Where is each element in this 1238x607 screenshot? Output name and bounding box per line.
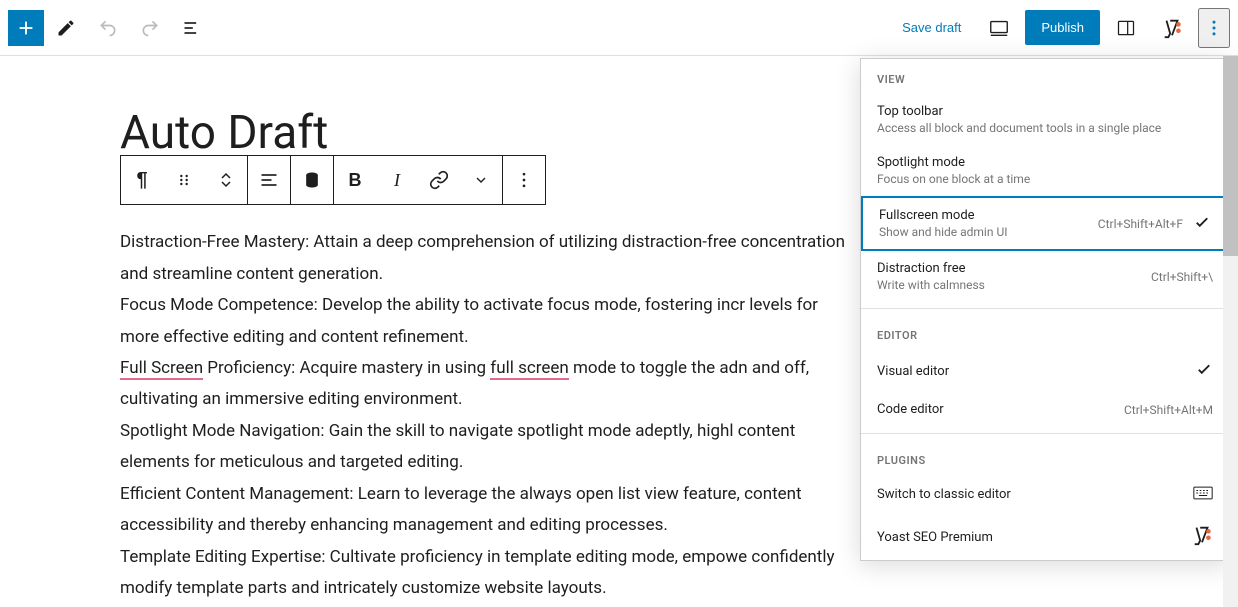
kebab-icon [1204, 18, 1224, 38]
menu-top-toolbar[interactable]: Top toolbar Access all block and documen… [861, 94, 1229, 145]
paragraph[interactable]: Efficient Content Management: Learn to l… [120, 479, 850, 542]
drag-handle[interactable] [163, 156, 205, 204]
desktop-icon [988, 17, 1010, 39]
drag-icon [176, 172, 192, 188]
scrollbar-thumb[interactable] [1223, 56, 1238, 256]
menu-shortcut: Ctrl+Shift+\ [1151, 270, 1213, 284]
bold-icon: B [349, 170, 362, 191]
paragraph[interactable]: Focus Mode Competence: Develop the abili… [120, 290, 850, 353]
sidebar-icon [1116, 18, 1136, 38]
menu-label: Top toolbar [877, 104, 1213, 119]
align-button[interactable] [248, 156, 290, 204]
plus-icon [15, 17, 37, 39]
paragraph[interactable]: Template Editing Expertise: Cultivate pr… [120, 542, 850, 605]
menu-shortcut: Ctrl+Shift+Alt+F [1098, 217, 1183, 231]
paragraph-block-button[interactable]: ¶ [121, 156, 163, 204]
check-icon [1193, 213, 1211, 235]
undo-button[interactable] [88, 8, 128, 48]
pilcrow-icon: ¶ [136, 169, 147, 192]
check-icon [1195, 360, 1213, 382]
menu-label: Distraction free [877, 261, 1139, 276]
kebab-icon [514, 170, 534, 190]
menu-code-editor[interactable]: Code editor Ctrl+Shift+Alt+M [861, 392, 1229, 427]
chevron-down-icon [473, 172, 489, 188]
redo-button[interactable] [130, 8, 170, 48]
bold-button[interactable]: B [334, 156, 376, 204]
menu-label: Spotlight mode [877, 155, 1213, 170]
menu-desc: Access all block and document tools in a… [877, 121, 1213, 135]
pencil-icon [56, 18, 76, 38]
link-icon [429, 170, 449, 190]
menu-spotlight[interactable]: Spotlight mode Focus on one block at a t… [861, 145, 1229, 196]
options-dropdown: VIEW Top toolbar Access all block and do… [860, 58, 1230, 561]
redo-icon [140, 18, 160, 38]
link-button[interactable] [418, 156, 460, 204]
menu-label: Yoast SEO Premium [877, 530, 1191, 545]
edit-mode-button[interactable] [46, 8, 86, 48]
dropdown-heading-editor: EDITOR [861, 315, 1229, 350]
post-title[interactable]: Auto Draft [120, 106, 850, 161]
menu-desc: Focus on one block at a time [877, 172, 1213, 186]
database-icon [302, 170, 322, 190]
menu-distraction-free[interactable]: Distraction free Write with calmness Ctr… [861, 251, 1229, 302]
separator [861, 308, 1229, 309]
save-draft-button[interactable]: Save draft [890, 12, 973, 43]
preview-button[interactable] [979, 8, 1019, 48]
menu-classic-editor[interactable]: Switch to classic editor [861, 475, 1229, 514]
paragraph[interactable]: Distraction-Free Mastery: Attain a deep … [120, 227, 850, 290]
block-more-button[interactable] [503, 156, 545, 204]
block-toolbar: ¶ B I [120, 155, 546, 205]
list-view-icon [182, 18, 202, 38]
move-button[interactable] [205, 156, 247, 204]
undo-icon [98, 18, 118, 38]
top-toolbar: Save draft Publish [0, 0, 1238, 56]
editor-canvas: Auto Draft ¶ B I [0, 56, 850, 604]
menu-shortcut: Ctrl+Shift+Alt+M [1124, 403, 1213, 417]
menu-label: Fullscreen mode [879, 208, 1086, 223]
italic-button[interactable]: I [376, 156, 418, 204]
settings-panel-toggle[interactable] [1106, 8, 1146, 48]
document-overview-button[interactable] [172, 8, 212, 48]
dropdown-heading-plugins: PLUGINS [861, 440, 1229, 475]
yoast-button[interactable] [1152, 8, 1192, 48]
database-button[interactable] [291, 156, 333, 204]
add-block-button[interactable] [8, 10, 44, 46]
yoast-icon [1191, 524, 1213, 550]
menu-fullscreen[interactable]: Fullscreen mode Show and hide admin UI C… [861, 196, 1229, 251]
post-content[interactable]: Distraction-Free Mastery: Attain a deep … [120, 227, 850, 604]
menu-label: Visual editor [877, 364, 1185, 379]
paragraph[interactable]: Spotlight Mode Navigation: Gain the skil… [120, 416, 850, 479]
menu-visual-editor[interactable]: Visual editor [861, 350, 1229, 392]
toolbar-right: Save draft Publish [890, 8, 1230, 48]
separator [861, 433, 1229, 434]
menu-desc: Write with calmness [877, 278, 1139, 292]
menu-label: Switch to classic editor [877, 487, 1193, 502]
paragraph[interactable]: Full Screen Proficiency: Acquire mastery… [120, 353, 850, 416]
menu-label: Code editor [877, 402, 1112, 417]
dropdown-heading-view: VIEW [861, 59, 1229, 94]
publish-button[interactable]: Publish [1025, 10, 1100, 45]
yoast-icon [1161, 17, 1183, 39]
chevrons-icon [220, 172, 232, 188]
menu-yoast-premium[interactable]: Yoast SEO Premium [861, 514, 1229, 560]
align-icon [259, 170, 279, 190]
more-formatting-button[interactable] [460, 156, 502, 204]
scrollbar[interactable] [1223, 56, 1238, 607]
menu-desc: Show and hide admin UI [879, 225, 1086, 239]
options-menu-button[interactable] [1198, 8, 1230, 48]
toolbar-left [8, 8, 212, 48]
italic-icon: I [394, 170, 400, 191]
keyboard-icon [1193, 485, 1213, 504]
